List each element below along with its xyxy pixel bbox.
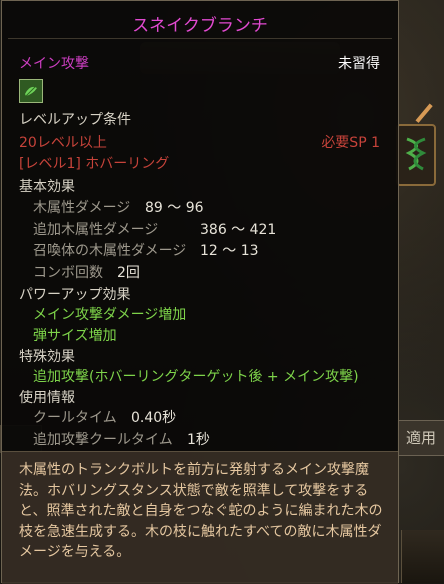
skill-category: メイン攻撃 — [19, 56, 89, 72]
description-text: 木属性のトランクボルトを前方に発射するメイン攻撃魔 — [19, 462, 369, 478]
stat-value: 386 ～ 421 — [200, 222, 277, 238]
stat-label: 木属性ダメージ — [33, 200, 131, 216]
special-effect-heading: 特殊効果 — [19, 349, 75, 365]
skill-description: 木属性のトランクボルトを前方に発射するメイン攻撃魔法。ホバリングスタンス状態で敵… — [2, 451, 398, 584]
snake-branch-slot-icon — [405, 137, 427, 171]
snake-branch-skill-icon — [19, 79, 43, 103]
stat-label: 追加攻撃クールタイム — [33, 432, 173, 448]
basic-effect-heading: 基本効果 — [19, 179, 75, 195]
level-requirement: 20レベル以上 — [19, 135, 107, 151]
stat-label: コンボ回数 — [33, 265, 103, 281]
powerup-item: メイン攻撃ダメージ増加 — [33, 307, 187, 323]
stat-label: 召喚体の木属性ダメージ — [33, 243, 187, 259]
levelup-heading: レベルアップ条件 — [19, 112, 131, 128]
stat-value: 12 ～ 13 — [200, 243, 259, 259]
stat-value: 1秒 — [187, 432, 210, 448]
stat-value: 2回 — [117, 265, 140, 281]
powerup-item: 弾サイズ増加 — [33, 328, 117, 344]
stat-value: 0.40秒 — [131, 410, 177, 426]
skill-tooltip: スネイクブランチ メイン攻撃 未習得 レベルアップ条件 20レベル以上 必要SP… — [1, 0, 399, 584]
powerup-heading: パワーアップ効果 — [19, 287, 131, 303]
stat-label: 追加木属性ダメージ — [33, 222, 159, 238]
background-frame — [401, 530, 444, 583]
description-text-continued: 法。ホバリングスタンス状態で敵を照準して攻撃をすると、照準された敵と自身をつなぐ… — [19, 482, 383, 561]
apply-tab[interactable]: 適用 — [397, 420, 444, 456]
stat-label: クールタイム — [33, 410, 117, 426]
stat-value: 89 ～ 96 — [145, 200, 204, 216]
sp-requirement: 必要SP 1 — [321, 135, 380, 151]
background-skill-slot[interactable] — [396, 124, 436, 186]
skill-status: 未習得 — [338, 56, 380, 72]
special-effect-item: 追加攻撃(ホバーリングターゲット後 + メイン攻撃) — [33, 369, 359, 385]
prerequisite-skill: [レベル1] ホバーリング — [19, 156, 170, 172]
title-divider — [8, 38, 392, 39]
usage-heading: 使用情報 — [19, 390, 75, 406]
skill-name: スネイクブランチ — [132, 16, 268, 36]
